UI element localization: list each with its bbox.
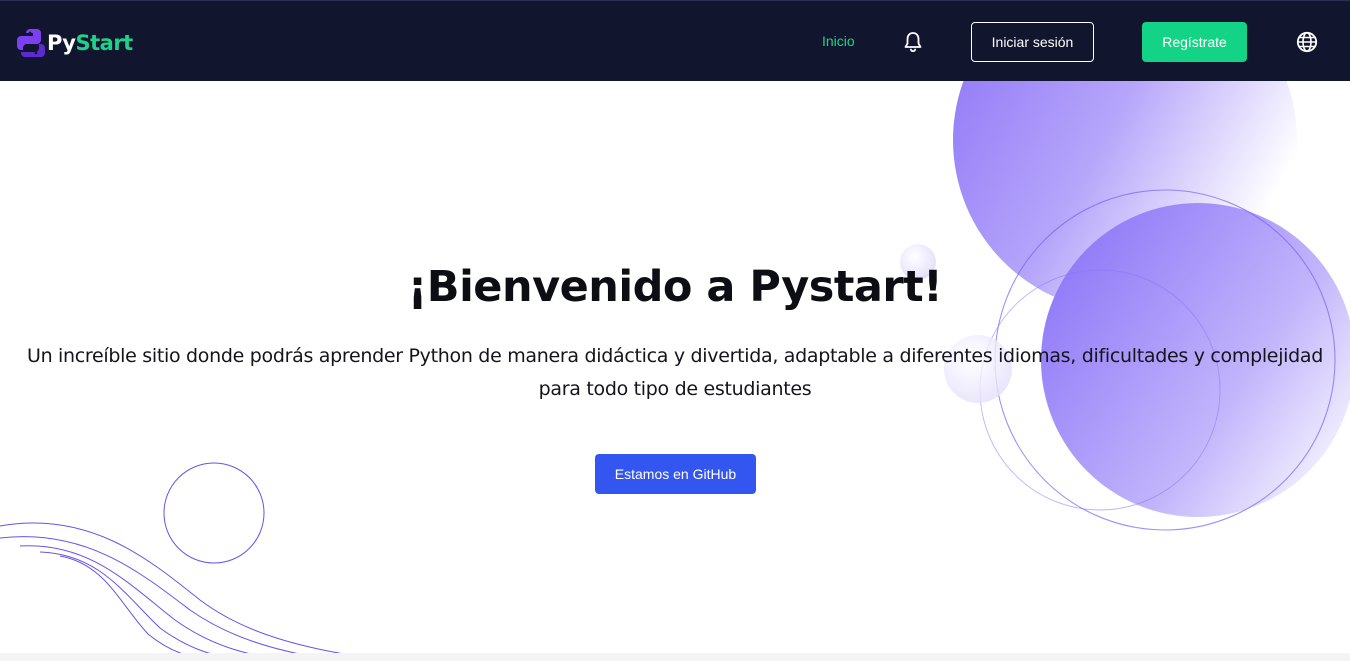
- decor-waves: [0, 522, 351, 661]
- section-divider: [0, 653, 1350, 661]
- logo-text-start: Start: [75, 31, 133, 55]
- register-button[interactable]: Regístrate: [1142, 22, 1247, 62]
- logo-text: PyStart: [47, 31, 133, 55]
- logo-text-py: Py: [47, 31, 76, 55]
- navbar: PyStart Inicio Iniciar sesión Regístrate: [0, 0, 1350, 81]
- python-logo-icon: [17, 29, 45, 57]
- bell-icon[interactable]: [903, 31, 923, 53]
- hero-subtitle: Un increíble sitio donde podrás aprender…: [26, 345, 1324, 400]
- nav-link-home[interactable]: Inicio: [822, 33, 855, 49]
- login-button[interactable]: Iniciar sesión: [971, 22, 1094, 62]
- decor-ring-left: [163, 462, 265, 564]
- hero-title: ¡Bienvenido a Pystart!: [407, 262, 943, 312]
- globe-icon[interactable]: [1296, 31, 1318, 53]
- github-button[interactable]: Estamos en GitHub: [595, 454, 756, 494]
- site-logo[interactable]: PyStart: [16, 26, 133, 60]
